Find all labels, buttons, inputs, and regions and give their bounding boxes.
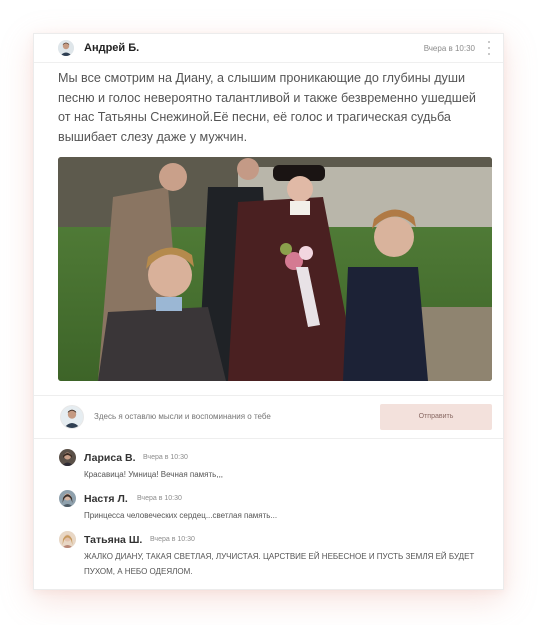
commenter-name[interactable]: Настя Л. — [84, 493, 128, 505]
send-button[interactable]: Отправить — [380, 404, 492, 430]
comment-time: Вчера в 10:30 — [143, 454, 188, 461]
commenter-name[interactable]: Лариса В. — [84, 452, 136, 464]
author-avatar[interactable] — [58, 40, 74, 56]
post-photo[interactable] — [58, 157, 492, 381]
more-options-icon[interactable] — [486, 41, 492, 55]
commenter-avatar[interactable] — [59, 449, 76, 466]
post-header: Андрей Б. Вчера в 10:30 — [34, 34, 503, 63]
author-name[interactable]: Андрей Б. — [84, 42, 139, 54]
composer-avatar — [60, 405, 84, 429]
composer-bottom-divider — [34, 438, 503, 439]
post-card: Андрей Б. Вчера в 10:30 Мы все смотрим н… — [33, 33, 504, 590]
post-text: Мы все смотрим на Диану, а слышим проник… — [58, 71, 476, 144]
comment-text: Красавица! Умница! Вечная память,,, — [84, 470, 224, 479]
comment-time: Вчера в 10:30 — [150, 536, 195, 543]
comment-text: Принцесса человеческих сердец...светлая … — [84, 511, 278, 520]
composer-top-divider — [34, 395, 503, 396]
commenter-name[interactable]: Татьяна Ш. — [84, 534, 142, 546]
commenter-avatar[interactable] — [59, 531, 76, 548]
comment-time: Вчера в 10:30 — [137, 495, 182, 502]
comment-input[interactable] — [94, 412, 354, 421]
post-time: Вчера в 10:30 — [423, 44, 475, 53]
comment-text: ЖАЛКО ДИАНУ, ТАКАЯ СВЕТЛАЯ, ЛУЧИСТАЯ. ЦА… — [84, 552, 475, 576]
commenter-avatar[interactable] — [59, 490, 76, 507]
